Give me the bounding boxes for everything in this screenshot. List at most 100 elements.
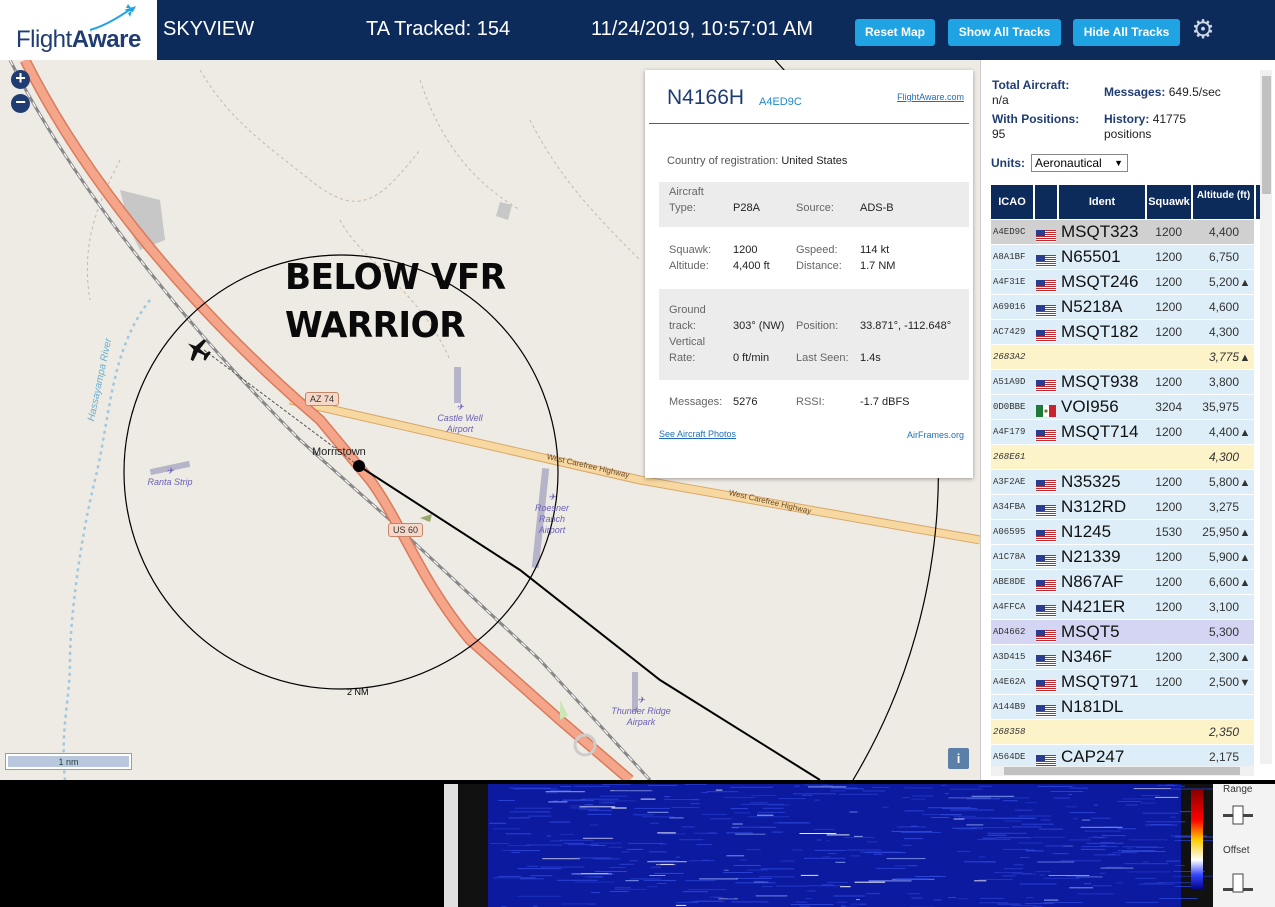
reset-map-button[interactable]: Reset Map bbox=[855, 19, 935, 46]
scale-bar: 1 nm bbox=[5, 753, 132, 770]
total-aircraft-stat: Total Aircraft: n/a bbox=[992, 78, 1070, 107]
zoom-out-button[interactable]: − bbox=[11, 93, 30, 113]
table-hscroll-thumb[interactable] bbox=[1004, 767, 1240, 775]
icao-cell: 0D0BBE bbox=[993, 402, 1026, 412]
icao-cell: AC7429 bbox=[993, 327, 1026, 337]
squawk-cell: 1200 bbox=[1155, 425, 1182, 439]
col-altitude[interactable]: Altitude (ft) bbox=[1193, 185, 1254, 219]
altitude-cell: 3,800 bbox=[1189, 370, 1251, 394]
col-squawk[interactable]: Squawk bbox=[1147, 185, 1191, 219]
squawk-cell: 1200 bbox=[1155, 475, 1182, 489]
ident-cell: MSQT5 bbox=[1061, 622, 1120, 641]
messages-rate-stat: Messages: 649.5/sec bbox=[1104, 85, 1221, 99]
flightaware-link[interactable]: FlightAware.com bbox=[897, 92, 964, 102]
offset-slider[interactable] bbox=[1223, 872, 1255, 898]
icao-cell: A51A9D bbox=[993, 377, 1026, 387]
table-row[interactable]: A51A9D MSQT938 1200 3,800 bbox=[991, 370, 1254, 394]
aircraft-table-body: A4ED9C MSQT323 1200 4,400 A8A1BF N65501 1200 6,… bbox=[991, 220, 1258, 766]
squawk-cell bbox=[1151, 745, 1182, 766]
units-label: Units: bbox=[991, 156, 1025, 170]
table-row[interactable]: 0D0BBE VOI956 3204 35,975 bbox=[991, 395, 1254, 419]
rssi-value: -1.7 dBFS bbox=[860, 396, 910, 408]
squawk-cell: 1200 bbox=[1155, 275, 1182, 289]
airport-ranta-strip[interactable]: ✈ Ranta Strip bbox=[135, 466, 205, 488]
icao-cell: A1C78A bbox=[993, 552, 1026, 562]
table-row[interactable]: A3F2AE N35325 1200 5,800▲ bbox=[991, 470, 1254, 494]
route-us60-shield: US 60 bbox=[388, 523, 424, 537]
table-row[interactable]: A4F31E MSQT246 1200 5,200▲ bbox=[991, 270, 1254, 294]
app-name: SKYVIEW bbox=[163, 18, 255, 40]
us-flag-icon bbox=[1036, 301, 1056, 317]
table-scroll-thumb[interactable] bbox=[1262, 76, 1271, 194]
table-row[interactable]: A69016 N5218A 1200 4,600 bbox=[991, 295, 1254, 319]
altitude-cell: 4,300 bbox=[1189, 320, 1251, 344]
popup-divider bbox=[649, 123, 969, 124]
squawk-cell: 1200 bbox=[1155, 325, 1182, 339]
squawk-value: 1200 bbox=[733, 244, 758, 256]
icao-cell: 2683A2 bbox=[993, 352, 1026, 362]
table-row[interactable]: A34FBA N312RD 1200 3,275 bbox=[991, 495, 1254, 519]
altitude-value: 3,100 bbox=[1208, 600, 1239, 614]
us-flag-icon bbox=[1036, 676, 1056, 692]
hide-all-tracks-button[interactable]: Hide All Tracks bbox=[1073, 19, 1180, 46]
table-row[interactable]: A4ED9C MSQT323 1200 4,400 bbox=[991, 220, 1254, 244]
table-row[interactable]: 268358 2,350 bbox=[991, 720, 1254, 744]
table-row[interactable]: ABE8DE N867AF 1200 6,600▲ bbox=[991, 570, 1254, 594]
ident-cell: N312RD bbox=[1061, 497, 1127, 516]
table-row[interactable]: A1C78A N21339 1200 5,900▲ bbox=[991, 545, 1254, 569]
offset-label: Offset bbox=[1223, 845, 1250, 856]
squawk-cell bbox=[1151, 445, 1182, 469]
table-row[interactable]: A06595 N1245 1530 25,950▲ bbox=[991, 520, 1254, 544]
col-flag[interactable] bbox=[1035, 185, 1057, 219]
see-photos-link[interactable]: See Aircraft Photos bbox=[659, 429, 736, 439]
squawk-cell: 1200 bbox=[1155, 600, 1182, 614]
airframes-link[interactable]: AirFrames.org bbox=[907, 430, 964, 440]
col-ident[interactable]: Ident bbox=[1059, 185, 1145, 219]
table-row[interactable]: A144B9 N181DL bbox=[991, 695, 1254, 719]
waterfall-display[interactable] bbox=[458, 784, 1218, 907]
table-row[interactable]: 2683A2 3,775▲ bbox=[991, 345, 1254, 369]
show-all-tracks-button[interactable]: Show All Tracks bbox=[948, 19, 1061, 46]
pane-divider[interactable] bbox=[444, 784, 458, 907]
distance-label: Distance: bbox=[796, 260, 842, 272]
table-row[interactable]: A4E62A MSQT971 1200 2,500▼ bbox=[991, 670, 1254, 694]
us-flag-icon bbox=[1036, 326, 1056, 342]
top-header: FlightAware SKYVIEW TA Tracked: 154 11/2… bbox=[0, 0, 1275, 60]
table-row[interactable]: 268E61 4,300 bbox=[991, 445, 1254, 469]
table-row[interactable]: A8A1BF N65501 1200 6,750 bbox=[991, 245, 1254, 269]
altitude-cell: 4,400▲ bbox=[1189, 420, 1251, 444]
logo-wordmark: FlightAware bbox=[16, 26, 141, 53]
popup-country: Country of registration: United States bbox=[667, 155, 848, 167]
ident-cell: N867AF bbox=[1061, 572, 1124, 591]
popup-ident: N4166H bbox=[667, 86, 745, 109]
table-row[interactable]: AC7429 MSQT182 1200 4,300 bbox=[991, 320, 1254, 344]
units-select[interactable]: Aeronautical ▼ bbox=[1031, 154, 1128, 172]
vertical-label-1: Vertical bbox=[669, 336, 706, 348]
us-flag-icon bbox=[1036, 576, 1056, 592]
airport-castle-well[interactable]: ✈ Castle Well Airport bbox=[425, 402, 495, 435]
us-flag-icon bbox=[1036, 276, 1056, 292]
airport-thunder-ridge[interactable]: ✈ Thunder Ridge Airpark bbox=[606, 695, 676, 728]
info-button[interactable]: i bbox=[948, 748, 969, 769]
flightaware-logo[interactable]: FlightAware bbox=[0, 0, 157, 60]
airport-roesner-ranch[interactable]: ✈ Roesner Ranch Airport bbox=[527, 492, 577, 536]
range-slider[interactable] bbox=[1223, 804, 1255, 830]
popup-block-type: Aircraft Type: P28A Source: ADS-B bbox=[659, 182, 969, 227]
table-row[interactable]: A564DE CAP247 2,175 bbox=[991, 745, 1254, 766]
ident-cell: MSQT246 bbox=[1061, 272, 1139, 291]
table-row[interactable]: A4F179 MSQT714 1200 4,400▲ bbox=[991, 420, 1254, 444]
table-row[interactable]: A3D415 N346F 1200 2,300▲ bbox=[991, 645, 1254, 669]
squawk-cell bbox=[1151, 695, 1182, 719]
aircraft-icon[interactable] bbox=[181, 333, 214, 366]
icao-cell: A3F2AE bbox=[993, 477, 1026, 487]
us-flag-icon bbox=[1036, 551, 1056, 567]
icao-cell: A4ED9C bbox=[993, 227, 1026, 237]
table-row[interactable]: A4FFCA N421ER 1200 3,100 bbox=[991, 595, 1254, 619]
ident-cell: CAP247 bbox=[1061, 747, 1125, 766]
altitude-value: 4,400 bbox=[1208, 225, 1239, 239]
table-row[interactable]: AD4662 MSQT5 5,300 bbox=[991, 620, 1254, 644]
zoom-in-button[interactable]: + bbox=[11, 69, 30, 89]
gear-icon[interactable]: ⚙ bbox=[1190, 16, 1216, 42]
col-icao[interactable]: ICAO bbox=[991, 185, 1033, 219]
position-value: 33.871°, -112.648° bbox=[860, 320, 952, 332]
